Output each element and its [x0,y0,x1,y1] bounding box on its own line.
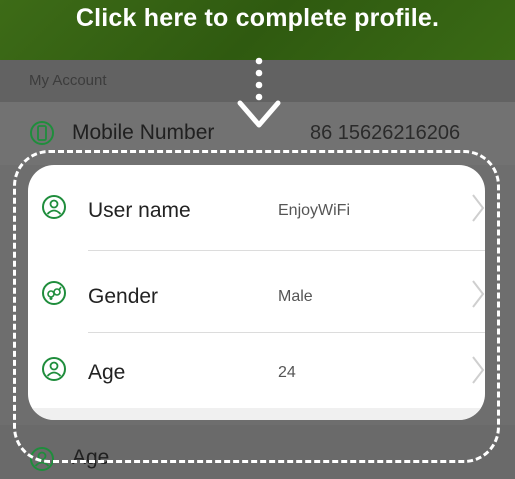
arrow-down-icon [236,55,282,145]
user-name-value: EnjoyWiFi [278,202,351,219]
section-title: My Account [29,72,107,89]
gender-icon [42,281,66,305]
list-item-gender[interactable]: Gender Male [28,251,485,329]
user-name-label: User name [88,199,191,222]
tip-banner-text: Click here to complete profile. [75,4,440,32]
age-value: 24 [278,364,296,381]
mobile-number-value: 86 15626216206 [310,122,461,144]
list-item-age[interactable]: Age 24 [28,327,485,405]
profile-card: User name EnjoyWiFi Gender Male Age 24 [28,165,485,420]
gender-value: Male [278,288,313,305]
person-icon [42,357,66,381]
card-footer-strip [28,408,485,420]
age-label: Age [88,361,126,384]
chevron-right-icon [471,279,485,309]
list-item-user-name[interactable]: User name EnjoyWiFi [28,165,485,243]
mobile-number-label: Mobile Number [72,121,215,144]
gender-label: Gender [88,285,159,308]
chevron-right-icon [471,193,485,223]
person-icon [42,195,66,219]
phone-icon [30,120,54,146]
tip-banner[interactable]: Click here to complete profile. [0,0,515,60]
chevron-right-icon [471,355,485,385]
